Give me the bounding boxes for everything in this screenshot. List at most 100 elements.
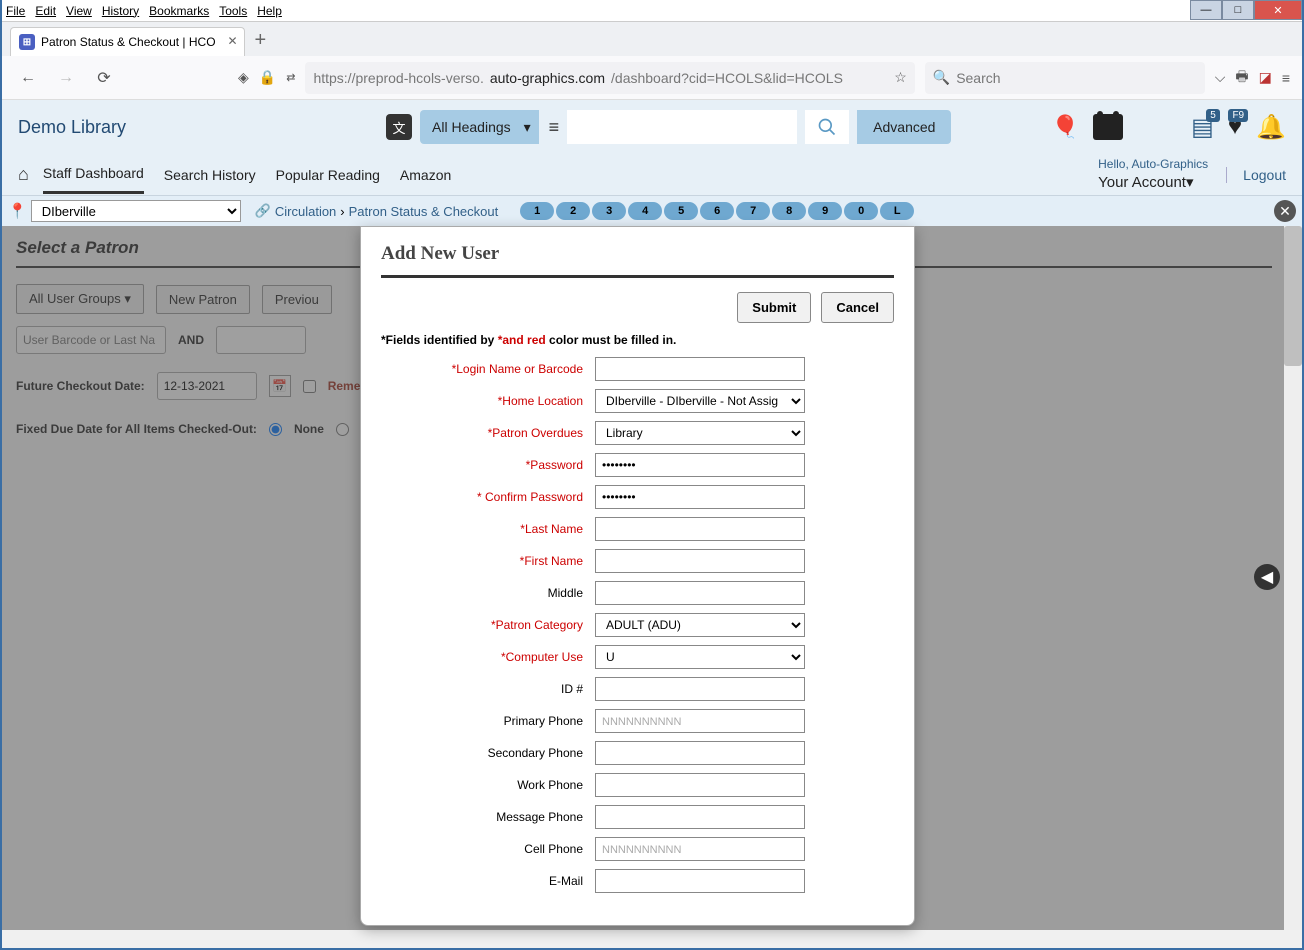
nav-popular-reading[interactable]: Popular Reading [276,157,380,193]
tab-title: Patron Status & Checkout | HCO [41,35,216,49]
select-category[interactable]: ADULT (ADU) [595,613,805,637]
input-pphone[interactable] [595,709,805,733]
list-icon[interactable]: ▤5 [1191,113,1214,142]
nav-amazon[interactable]: Amazon [400,157,451,193]
input-password[interactable] [595,453,805,477]
pill-9[interactable]: 9 [808,202,842,220]
modal-title: Add New User [381,243,894,265]
menu-view[interactable]: View [66,4,92,18]
pill-6[interactable]: 6 [700,202,734,220]
pill-L[interactable]: L [880,202,914,220]
pill-7[interactable]: 7 [736,202,770,220]
pill-3[interactable]: 3 [592,202,626,220]
select-overdues[interactable]: Library [595,421,805,445]
menu-bookmarks[interactable]: Bookmarks [149,4,209,18]
menu-help[interactable]: Help [257,4,282,18]
headings-dropdown[interactable]: All Headings [420,110,539,144]
account-block[interactable]: Hello, Auto-Graphics Your Account▾ [1098,157,1208,192]
input-mphone[interactable] [595,805,805,829]
url-suffix: /dashboard?cid=HCOLS&lid=HCOLS [611,70,843,86]
pocket-icon[interactable]: ⌵ [1215,69,1226,86]
tab-favicon: ⊞ [19,34,35,50]
input-cphone[interactable] [595,837,805,861]
label-home: *Home Location [381,394,595,408]
back-button[interactable]: ← [14,64,42,92]
input-last[interactable] [595,517,805,541]
search-placeholder: Search [956,70,1000,86]
vertical-scrollbar[interactable] [1284,226,1302,930]
window-maximize[interactable]: □ [1222,0,1254,20]
select-home[interactable]: DIberville - DIberville - Not Assig [595,389,805,413]
pill-2[interactable]: 2 [556,202,590,220]
brand-title: Demo Library [18,117,126,138]
link-icon: 🔗 [255,203,271,219]
database-icon[interactable]: ≡ [549,117,560,138]
input-middle[interactable] [595,581,805,605]
new-tab-button[interactable]: + [255,29,267,56]
input-login[interactable] [595,357,805,381]
pill-5[interactable]: 5 [664,202,698,220]
required-note: *Fields identified by *and red color mus… [381,333,894,347]
heart-icon[interactable]: ♥F9 [1228,113,1242,141]
shield-icon[interactable]: ◈ [238,69,249,86]
input-sphone[interactable] [595,741,805,765]
nav-staff-dashboard[interactable]: Staff Dashboard [43,155,144,194]
crumb-circulation[interactable]: Circulation [275,204,336,219]
input-first[interactable] [595,549,805,573]
label-category: *Patron Category [381,618,595,632]
translate-icon[interactable]: 文 [386,114,412,140]
submit-button[interactable]: Submit [737,292,811,323]
app-menu-icon[interactable]: ≡ [1282,70,1290,86]
nav-search-history[interactable]: Search History [164,157,256,193]
menu-edit[interactable]: Edit [35,4,56,18]
select-computer[interactable]: U [595,645,805,669]
balloons-icon[interactable]: 🎈 [1052,114,1079,140]
permissions-icon[interactable]: ⇄ [286,71,295,84]
add-user-modal: Add New User Submit Cancel *Fields ident… [360,226,915,926]
film-icon[interactable] [1093,114,1123,140]
heart-badge: F9 [1228,109,1248,122]
window-close[interactable]: ✕ [1254,0,1302,20]
label-cphone: Cell Phone [381,842,595,856]
crumb-patron-status[interactable]: Patron Status & Checkout [349,204,499,219]
menu-file[interactable]: File [6,4,25,18]
browser-toolbar: ← → ⟳ ◈ 🔒 ⇄ https://preprod-hcols-verso.… [2,56,1302,100]
label-pphone: Primary Phone [381,714,595,728]
forward-button[interactable]: → [52,64,80,92]
bell-icon[interactable]: 🔔 [1256,113,1286,142]
catalog-search-input[interactable] [567,110,797,144]
window-minimize[interactable]: — [1190,0,1222,20]
label-overdues: *Patron Overdues [381,426,595,440]
browser-search-box[interactable]: 🔍 Search [925,62,1205,94]
url-domain: auto-graphics.com [490,70,605,86]
input-confirm[interactable] [595,485,805,509]
reload-button[interactable]: ⟳ [90,64,118,92]
catalog-search-button[interactable] [805,110,849,144]
browser-tab[interactable]: ⊞ Patron Status & Checkout | HCO ✕ [10,27,245,56]
url-bar[interactable]: https://preprod-hcols-verso. auto-graphic… [305,62,914,94]
url-prefix: https://preprod-hcols-verso. [313,70,483,86]
extension-icon[interactable]: ◪ [1259,69,1272,86]
lock-icon[interactable]: 🔒 [259,69,276,86]
location-select[interactable]: DIberville [31,200,241,222]
input-wphone[interactable] [595,773,805,797]
input-email[interactable] [595,869,805,893]
list-badge: 5 [1206,109,1220,122]
cancel-button[interactable]: Cancel [821,292,894,323]
label-wphone: Work Phone [381,778,595,792]
menu-tools[interactable]: Tools [219,4,247,18]
pill-1[interactable]: 1 [520,202,554,220]
input-id[interactable] [595,677,805,701]
pill-0[interactable]: 0 [844,202,878,220]
menu-history[interactable]: History [102,4,139,18]
close-breadcrumb[interactable]: ✕ [1274,200,1296,222]
advanced-search-button[interactable]: Advanced [857,110,951,144]
tab-close-icon[interactable]: ✕ [227,34,237,48]
pill-4[interactable]: 4 [628,202,662,220]
print-icon[interactable]: 🖶 [1235,66,1248,90]
home-icon[interactable]: ⌂ [18,164,29,185]
bookmark-star-icon[interactable]: ☆ [894,69,907,86]
pill-8[interactable]: 8 [772,202,806,220]
logout-link[interactable]: Logout [1226,167,1286,183]
collapse-panel-icon[interactable]: ◀ [1254,564,1280,590]
